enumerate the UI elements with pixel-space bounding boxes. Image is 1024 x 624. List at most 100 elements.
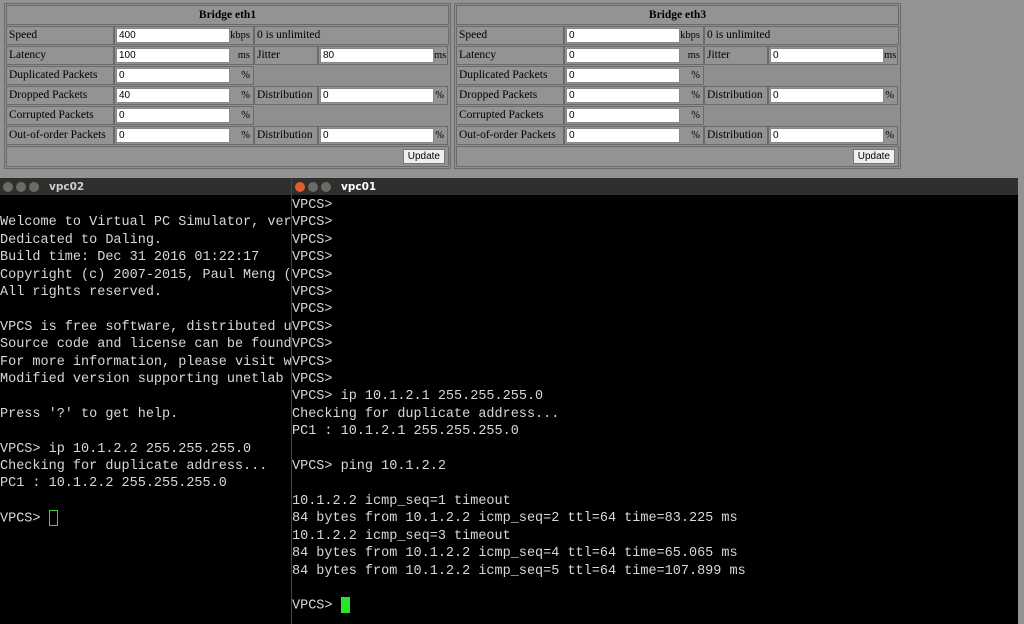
corrupted-input[interactable] xyxy=(566,108,680,123)
outoforder-row: Out-of-order Packets% Distribution% xyxy=(6,126,449,145)
duplicated-label: Duplicated Packets xyxy=(6,66,114,85)
duplicated-input[interactable] xyxy=(566,68,680,83)
speed-input-cell: kbps xyxy=(564,26,704,45)
outoforder-input-cell: % xyxy=(564,126,704,145)
dropped-input[interactable] xyxy=(116,88,230,103)
speed-unit: kbps xyxy=(230,30,250,41)
terminal-line: For more information, please visit wiki.… xyxy=(0,354,300,370)
outoforder-input[interactable] xyxy=(566,128,680,143)
close-icon[interactable] xyxy=(295,181,305,192)
speed-input-cell: kbps xyxy=(114,26,254,45)
outoforder-distribution-input-cell: % xyxy=(318,126,448,145)
outoforder-unit: % xyxy=(691,130,700,141)
latency-input[interactable] xyxy=(116,48,230,63)
terminal-window-vpc01[interactable]: vpc01 VPCS> VPCS> VPCS> VPCS> VPCS> VPCS> VPCS… xyxy=(291,178,1018,624)
distribution-unit: % xyxy=(435,90,444,101)
terminal-line: PC1 : 10.1.2.2 255.255.255.0 xyxy=(0,476,227,492)
duplicated-row: Duplicated Packets% xyxy=(456,66,899,85)
terminal-line: VPCS> xyxy=(292,232,333,248)
terminal-line: Build time: Dec 31 2016 01:22:17 xyxy=(0,250,260,266)
terminal-line: VPCS> xyxy=(292,285,333,301)
terminal-line: VPCS> xyxy=(292,319,333,335)
speed-row: Speed kbps 0 is unlimited xyxy=(456,26,899,45)
dropped-row: Dropped Packets% Distribution% xyxy=(456,86,899,105)
distribution-unit: % xyxy=(885,90,894,101)
corrupted-input-cell: % xyxy=(564,106,704,125)
terminal-line: Press '?' to get help. xyxy=(0,406,179,422)
window-title: vpc02 xyxy=(49,180,85,193)
text-cursor xyxy=(48,510,58,527)
outoforder-distribution-input[interactable] xyxy=(320,128,434,143)
terminal-prompt-line[interactable]: VPCS> xyxy=(0,510,300,528)
empty-cell xyxy=(704,106,899,125)
latency-input[interactable] xyxy=(566,48,680,63)
terminal-line: 10.1.2.2 icmp_seq=1 timeout xyxy=(292,493,511,509)
terminal-prompt-line[interactable]: VPCS> xyxy=(292,597,1018,615)
terminal-line: VPCS> xyxy=(292,267,333,283)
speed-row: Speed kbps 0 is unlimited xyxy=(6,26,449,45)
outoforder-input[interactable] xyxy=(116,128,230,143)
maximize-icon[interactable] xyxy=(321,181,331,192)
dropped-input-cell: % xyxy=(564,86,704,105)
dropped-unit: % xyxy=(241,90,250,101)
speed-input[interactable] xyxy=(116,28,230,43)
corrupted-input-cell: % xyxy=(114,106,254,125)
speed-label: Speed xyxy=(456,26,564,45)
terminal-line: VPCS> ip 10.1.2.1 255.255.255.0 xyxy=(292,389,544,405)
corrupted-unit: % xyxy=(691,110,700,121)
duplicated-unit: % xyxy=(241,70,250,81)
duplicated-input[interactable] xyxy=(116,68,230,83)
terminal-output-vpc01: VPCS> VPCS> VPCS> VPCS> VPCS> VPCS> VPCS> VPCS>… xyxy=(292,195,1018,597)
terminal-line: VPCS> xyxy=(292,198,333,213)
panel-title: Bridge eth3 xyxy=(456,5,899,25)
update-button[interactable]: Update xyxy=(402,149,445,164)
jitter-input[interactable] xyxy=(770,48,884,63)
dropped-label: Dropped Packets xyxy=(456,86,564,105)
latency-unit: ms xyxy=(687,50,700,61)
latency-label: Latency xyxy=(6,46,114,65)
latency-label: Latency xyxy=(456,46,564,65)
close-icon[interactable] xyxy=(3,181,13,192)
empty-cell xyxy=(254,106,449,125)
latency-row: Latency ms Jitter ms xyxy=(6,46,449,65)
distribution-label: Distribution xyxy=(254,86,318,105)
speed-note: 0 is unlimited xyxy=(704,26,899,45)
terminal-line: VPCS> xyxy=(292,354,333,370)
speed-input[interactable] xyxy=(566,28,680,43)
duplicated-input-cell: % xyxy=(114,66,254,85)
latency-row: Latency ms Jitter ms xyxy=(456,46,899,65)
terminal-line: Checking for duplicate address... xyxy=(292,406,560,422)
corrupted-input[interactable] xyxy=(116,108,230,123)
dropped-label: Dropped Packets xyxy=(6,86,114,105)
dropped-input[interactable] xyxy=(566,88,680,103)
minimize-icon[interactable] xyxy=(16,181,26,192)
outoforder-label: Out-of-order Packets xyxy=(456,126,564,145)
speed-label: Speed xyxy=(6,26,114,45)
outoforder-distribution-input[interactable] xyxy=(770,128,884,143)
terminal-line: VPCS> xyxy=(292,337,333,353)
update-button[interactable]: Update xyxy=(852,149,895,164)
terminal-line: 10.1.2.2 icmp_seq=3 timeout xyxy=(292,528,511,544)
terminal-line: VPCS is free software, distributed under… xyxy=(0,319,300,335)
dropped-distribution-input[interactable] xyxy=(770,88,884,103)
dropped-distribution-input[interactable] xyxy=(320,88,434,103)
latency-input-cell: ms xyxy=(564,46,704,65)
terminal-line: 84 bytes from 10.1.2.2 icmp_seq=5 ttl=64… xyxy=(292,563,746,579)
maximize-icon[interactable] xyxy=(29,181,39,192)
jitter-unit: ms xyxy=(884,50,897,61)
terminal-window-vpc02[interactable]: vpc02 Welcome to Virtual PC Simulator, v… xyxy=(0,178,300,624)
titlebar-vpc01: vpc01 xyxy=(292,178,1018,195)
update-row: Update xyxy=(6,146,449,167)
corrupted-label: Corrupted Packets xyxy=(6,106,114,125)
distribution-unit: % xyxy=(885,130,894,141)
corrupted-label: Corrupted Packets xyxy=(456,106,564,125)
minimize-icon[interactable] xyxy=(308,181,318,192)
jitter-input[interactable] xyxy=(320,48,434,63)
corrupted-unit: % xyxy=(241,110,250,121)
